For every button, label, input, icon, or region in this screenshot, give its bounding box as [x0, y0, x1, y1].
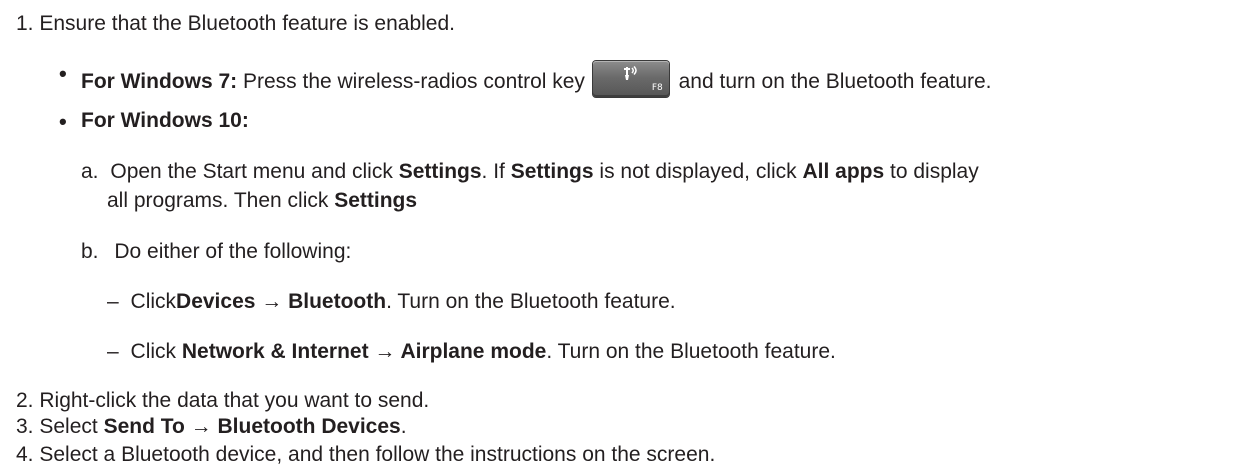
- step-text: Right-click the data that you want to se…: [39, 389, 430, 412]
- step-text: Select a Bluetooth device, and then foll…: [39, 443, 716, 466]
- windows-10-label: For Windows 10:: [81, 109, 249, 133]
- sub-step-a-line-2: all programs. Then click Settings: [107, 189, 417, 213]
- sub-step-letter: a.: [81, 160, 99, 183]
- step-number: 1.: [16, 12, 34, 35]
- step-4: 4. Select a Bluetooth device, and then f…: [16, 443, 715, 467]
- bullet-icon: •: [59, 109, 67, 134]
- option-airplane-mode: – Click Network & Internet → Airplane mo…: [107, 340, 836, 364]
- f8-label: F8: [651, 83, 663, 93]
- step-1: 1. Ensure that the Bluetooth feature is …: [16, 12, 455, 36]
- sub-step-a-text-4: to display: [884, 160, 979, 183]
- bullet-icon: •: [59, 61, 67, 86]
- option-text-2: . Turn on the Bluetooth feature.: [386, 290, 676, 313]
- wireless-radio-svg: [623, 65, 637, 80]
- sub-step-a-line2-text: all programs. Then click: [107, 189, 335, 212]
- settings-term: Settings: [510, 160, 594, 183]
- sub-step-a-text-2: . If: [481, 160, 511, 183]
- step-text: Ensure that the Bluetooth feature is ena…: [39, 12, 455, 35]
- step-text-post: .: [400, 415, 407, 438]
- sub-step-b: b. Do either of the following:: [81, 240, 351, 264]
- step-2: 2. Right-click the data that you want to…: [16, 389, 429, 413]
- step-text-pre: Select: [39, 415, 104, 438]
- sub-step-b-text: Do either of the following:: [114, 240, 352, 263]
- dash-icon: –: [107, 290, 119, 313]
- sub-step-a-text-1: Open the Start menu and click: [110, 160, 399, 183]
- step-number: 2.: [16, 389, 34, 412]
- windows-7-instruction: For Windows 7: Press the wireless-radios…: [81, 61, 992, 97]
- windows-7-label: For Windows 7:: [81, 70, 238, 93]
- settings-term: Settings: [334, 189, 418, 212]
- network-airplane-path: Network & Internet → Airplane mode: [181, 340, 547, 363]
- option-text-1: Click: [130, 340, 182, 363]
- windows-7-text-post: and turn on the Bluetooth feature.: [672, 70, 992, 93]
- sub-step-letter: b.: [81, 240, 99, 263]
- wireless-radios-key: F8: [592, 61, 669, 97]
- all-apps-term: All apps: [802, 160, 885, 183]
- windows-10-label-text: For Windows 10:: [81, 109, 249, 132]
- wireless-radio-icon: [621, 65, 639, 85]
- option-text-2: . Turn on the Bluetooth feature.: [546, 340, 836, 363]
- settings-term: Settings: [398, 160, 482, 183]
- step-number: 4.: [16, 443, 34, 466]
- option-text-1: Click: [130, 290, 177, 313]
- step-3: 3. Select Send To → Bluetooth Devices.: [16, 415, 407, 439]
- sub-step-a-line-1: a. Open the Start menu and click Setting…: [81, 160, 979, 184]
- sub-step-a-text-3: is not displayed, click: [593, 160, 803, 183]
- windows-7-text-pre: Press the wireless-radios control key: [237, 70, 591, 93]
- option-devices: – ClickDevices → Bluetooth. Turn on the …: [107, 290, 676, 314]
- send-to-path: Send To → Bluetooth Devices: [103, 415, 401, 438]
- dash-icon: –: [107, 340, 119, 363]
- step-number: 3.: [16, 415, 34, 438]
- devices-bluetooth-path: Devices → Bluetooth: [176, 290, 387, 313]
